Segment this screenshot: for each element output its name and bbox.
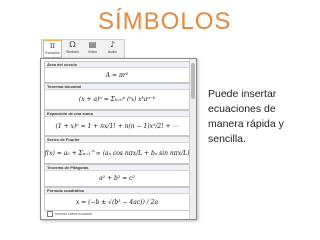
equation-item-pythagoras[interactable]: Teorema de Pitágoras a² + b² = c²: [44, 164, 190, 187]
equation-item-fourier[interactable]: Series de Fourier f(x) = a₀ + Σₙ₌₁^∞ (aₙ…: [44, 136, 190, 164]
video-label: Vídeo: [87, 50, 98, 54]
equation-item-circle-area[interactable]: Área del círculo A = πr²: [44, 61, 190, 83]
equation-formula: x = (−b ± √(b² − 4ac)) / 2a: [75, 198, 159, 206]
equation-formula: (1 + x)ⁿ = 1 + nx/1! + n(n − 1)x²/2! + ⋯: [55, 122, 179, 130]
audio-label: Audio: [108, 50, 117, 54]
video-icon: ▤: [88, 40, 97, 49]
equation-formula: A = πr²: [105, 71, 129, 79]
omega-icon: Ω: [69, 40, 76, 49]
insert-new-equation-label: Insertar nueva ecuación: [55, 211, 93, 216]
insert-new-equation-link[interactable]: Insertar nueva ecuación: [47, 211, 92, 217]
equation-icon: [47, 211, 53, 217]
symbol-label: Símbolo: [66, 50, 79, 54]
scrollbar-thumb[interactable]: [191, 63, 195, 99]
audio-icon: ♪: [109, 40, 116, 49]
pi-icon: π: [49, 41, 56, 50]
equation-formula: a² + b² = c²: [99, 175, 135, 182]
equation-gallery: Área del círculo A = πr² Teorema binomia…: [40, 58, 197, 220]
audio-button[interactable]: ♪ Audio: [103, 40, 122, 58]
slide-description: Puede insertar ecuaciones de manera rápi…: [208, 88, 284, 145]
equation-formula: f(x) = a₀ + Σₙ₌₁^∞ (aₙ cos nπx/L + bₙ si…: [44, 149, 190, 157]
equation-item-sum-expansion[interactable]: Expansión de una suma (1 + x)ⁿ = 1 + nx/…: [44, 110, 190, 136]
symbol-button[interactable]: Ω Símbolo: [63, 40, 82, 58]
equation-formula: (x + a)ⁿ = Σₖ₌₀ⁿ (ⁿₖ) xᵏaⁿ⁻ᵏ: [78, 96, 156, 103]
equation-item-quadratic[interactable]: Fórmula cuadrática x = (−b ± √(b² − 4ac)…: [44, 187, 190, 211]
equation-button[interactable]: π Ecuación: [43, 40, 62, 58]
ribbon-symbols-group: π Ecuación Ω Símbolo ▤ Vídeo ♪ Audio: [41, 39, 125, 59]
equation-label: Ecuación: [45, 51, 60, 55]
gallery-scrollbar[interactable]: [189, 59, 196, 219]
slide-title: SÍMBOLOS: [98, 8, 232, 35]
video-button[interactable]: ▤ Vídeo: [83, 40, 102, 58]
equation-item-binomial[interactable]: Teorema binomial (x + a)ⁿ = Σₖ₌₀ⁿ (ⁿₖ) x…: [44, 83, 190, 110]
